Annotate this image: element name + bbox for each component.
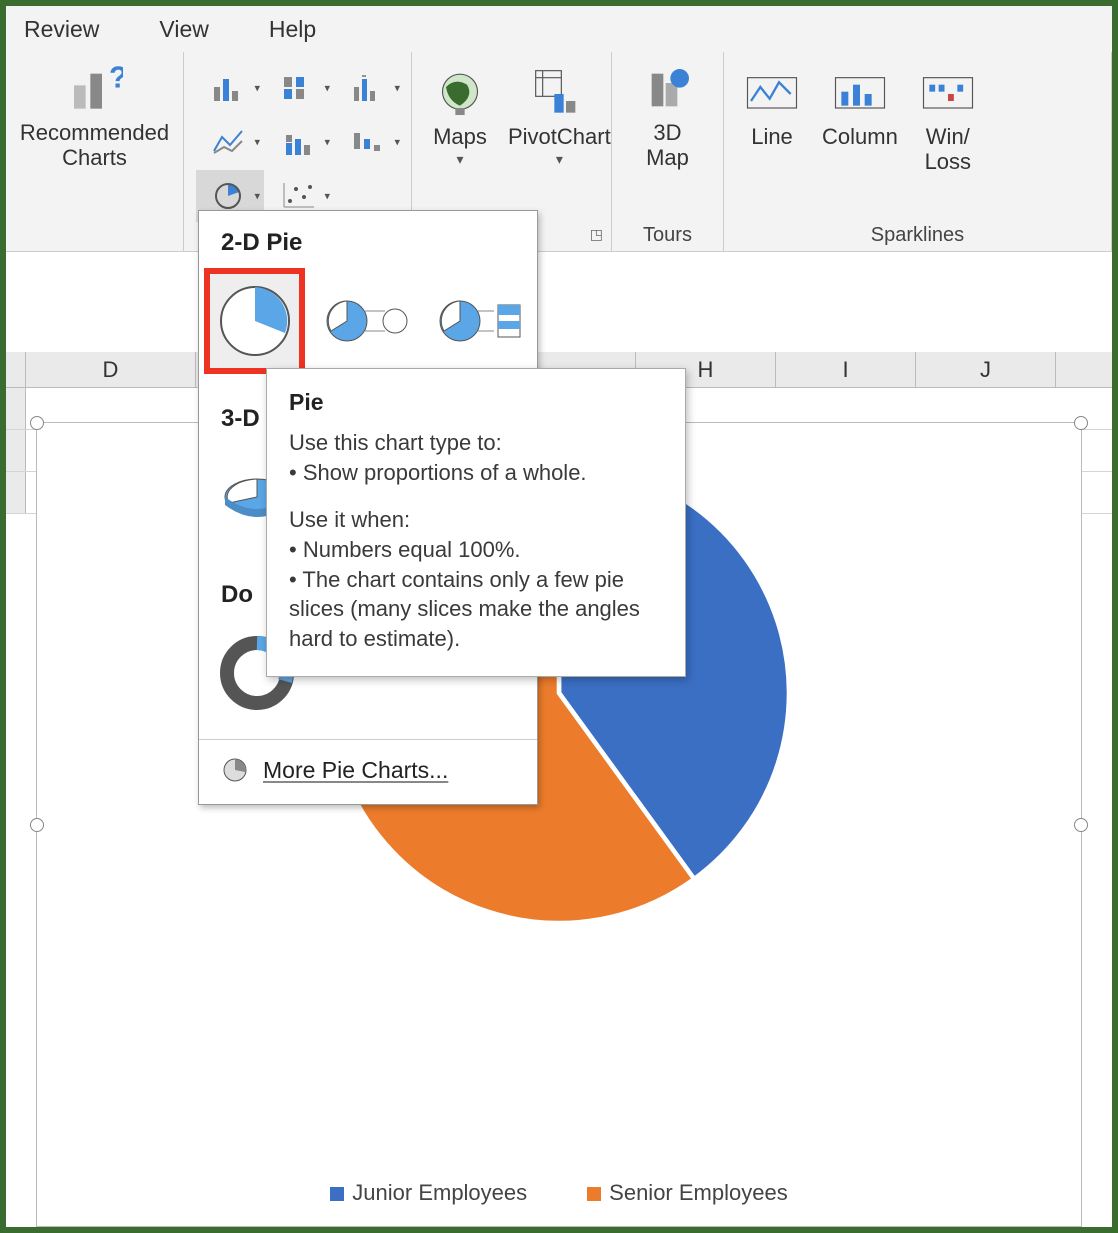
row-gutter (6, 352, 26, 387)
ribbon: ? Recommended Charts ▾ ▾ ▾ ▾ ▾ ▾ ▾ ▾ Map… (6, 52, 1112, 252)
bar-of-pie-button[interactable] (434, 271, 529, 371)
sparkline-winloss-label: Win/ Loss (925, 124, 971, 175)
maps-button[interactable]: Maps ▾ (424, 62, 496, 172)
legend-item-junior: Junior Employees (330, 1180, 527, 1206)
col-head-i[interactable]: I (776, 352, 916, 387)
bar-chart-button[interactable]: ▾ (266, 62, 334, 114)
more-pie-charts-label: More Pie Charts... (263, 757, 448, 784)
sparkline-column-button[interactable]: Column (814, 62, 906, 153)
sparkline-line-label: Line (751, 124, 793, 149)
maps-label: Maps (433, 124, 487, 149)
resize-handle[interactable] (1074, 416, 1088, 430)
menu-review[interactable]: Review (24, 16, 99, 43)
pie-of-pie-icon (323, 291, 413, 351)
col-head-j[interactable]: J (916, 352, 1056, 387)
more-pie-charts-button[interactable]: More Pie Charts... (199, 740, 537, 804)
col-head-d[interactable]: D (26, 352, 196, 387)
chevron-down-icon: ▾ (456, 151, 463, 168)
section-2d-pie-label: 2-D Pie (199, 211, 537, 267)
tooltip-line: • Numbers equal 100%. (289, 535, 663, 565)
pie-of-pie-button[interactable] (320, 271, 415, 371)
chevron-down-icon: ▾ (556, 151, 563, 168)
tooltip-line: Use it when: (289, 505, 663, 535)
menu-bar: Review View Help (6, 6, 1112, 52)
sparkline-line-button[interactable]: Line (736, 62, 808, 153)
tooltip-line: Use this chart type to: (289, 428, 663, 458)
recommended-charts-label: Recommended Charts (20, 120, 169, 171)
column-chart-button[interactable]: ▾ (196, 62, 264, 114)
pie-small-icon (221, 756, 249, 784)
tooltip-title: Pie (289, 387, 663, 418)
recommended-charts-button[interactable]: ? Recommended Charts (12, 58, 177, 175)
chart-legend: Junior Employees Senior Employees (37, 1180, 1081, 1206)
pivotchart-label: PivotChart (508, 124, 611, 149)
line-chart-button[interactable]: ▾ (196, 116, 264, 168)
group-sparklines: Line Column Win/ Loss Sparklines (724, 52, 1112, 251)
hierarchy-chart-button[interactable]: ▾ (266, 116, 334, 168)
resize-handle[interactable] (30, 416, 44, 430)
group-sparklines-label: Sparklines (724, 224, 1111, 247)
pie-tooltip: Pie Use this chart type to: • Show propo… (266, 368, 686, 677)
pie-2d-basic-button[interactable] (207, 271, 302, 371)
legend-item-senior: Senior Employees (587, 1180, 788, 1206)
group-tours: 3D Map Tours (612, 52, 724, 251)
stats-chart-button[interactable]: ▾ (336, 62, 404, 114)
chart-type-grid: ▾ ▾ ▾ ▾ ▾ ▾ ▾ ▾ (196, 62, 404, 222)
bar-of-pie-icon (436, 291, 526, 351)
3d-map-icon (640, 62, 696, 118)
globe-icon (432, 66, 488, 122)
svg-text:?: ? (109, 62, 123, 95)
sparkline-line-icon (744, 66, 800, 122)
resize-handle[interactable] (1074, 818, 1088, 832)
resize-handle[interactable] (30, 818, 44, 832)
sparkline-column-label: Column (822, 124, 898, 149)
dialog-launcher-icon[interactable]: ◳ (590, 226, 603, 243)
group-charts-recommended: ? Recommended Charts (6, 52, 184, 251)
waterfall-chart-button[interactable]: ▾ (336, 116, 404, 168)
3d-map-label: 3D Map (646, 120, 689, 171)
recommended-charts-icon: ? (67, 62, 123, 118)
menu-view[interactable]: View (159, 16, 208, 43)
pivotchart-icon (531, 66, 587, 122)
3d-map-button[interactable]: 3D Map (632, 58, 704, 175)
pie-icon (215, 281, 295, 361)
pivotchart-button[interactable]: PivotChart ▾ (500, 62, 619, 172)
sparkline-winloss-icon (920, 66, 976, 122)
group-tours-label: Tours (612, 224, 723, 247)
sparkline-winloss-button[interactable]: Win/ Loss (912, 62, 984, 179)
tooltip-line: • The chart contains only a few pie slic… (289, 565, 663, 654)
tooltip-line: • Show proportions of a whole. (289, 458, 663, 488)
menu-help[interactable]: Help (269, 16, 316, 43)
sparkline-column-icon (832, 66, 888, 122)
